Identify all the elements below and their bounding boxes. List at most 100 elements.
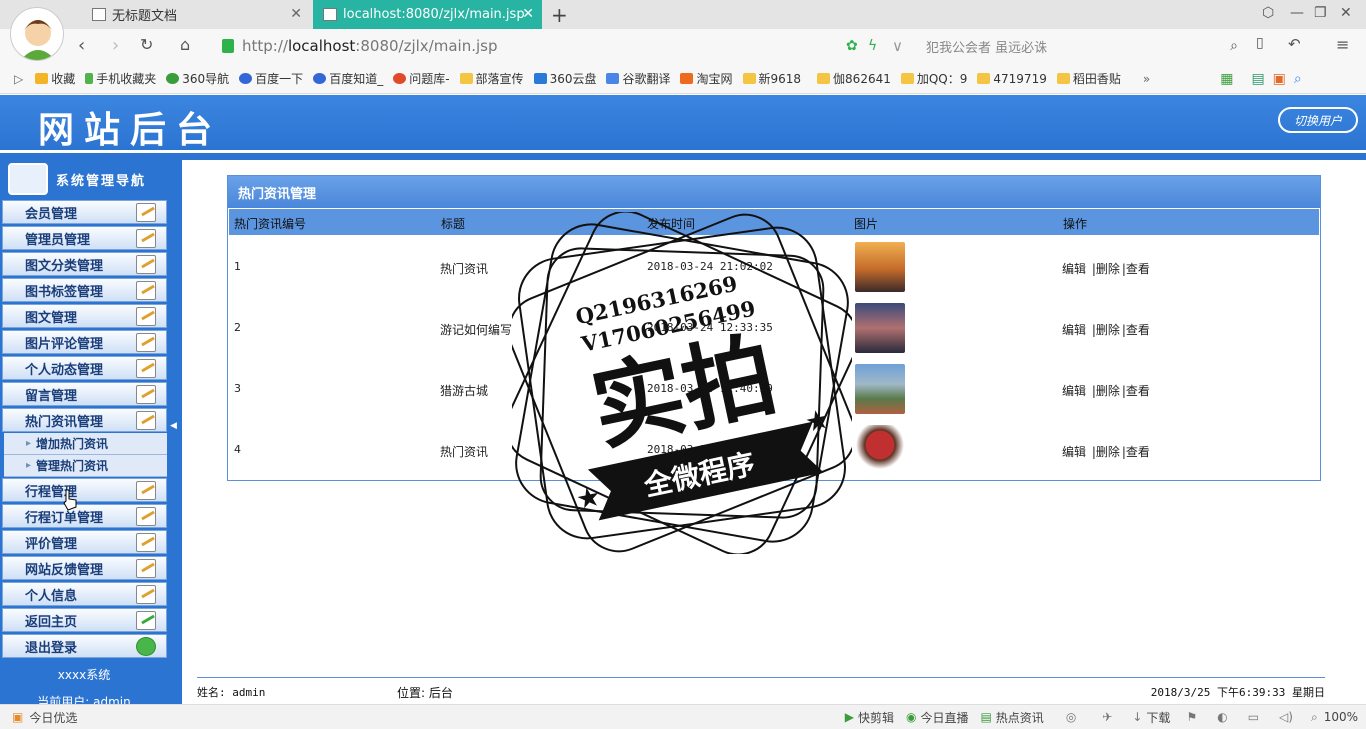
zoom-icon[interactable]: ⌕ [1294,71,1302,87]
bookmark-item[interactable]: 淘宝网 [680,70,733,87]
edit-link[interactable]: 编辑 [1062,445,1086,459]
news-thumbnail[interactable] [855,364,905,414]
new-tab-icon[interactable]: + [551,3,568,27]
sidebar-item-image-comments[interactable]: 图片评论管理 [2,330,167,354]
sidebar-item-member[interactable]: 会员管理 [2,200,167,224]
book-icon[interactable]: ▤ [1251,71,1264,87]
home-arrow-icon [136,611,156,630]
close-icon[interactable]: ✕ [290,6,302,22]
zoom-level[interactable]: 100% [1324,710,1358,724]
sidebar-subitem-add-news[interactable]: 增加热门资讯 [4,433,167,455]
status-left[interactable]: 今日优选 [29,709,77,726]
search-icon[interactable]: ⌕ [1230,38,1238,54]
home-icon[interactable]: ⌂ [180,35,190,54]
phone-icon[interactable]: ▯ [1256,35,1264,51]
collapse-arrow-icon[interactable]: ◀ [170,421,180,435]
status-item[interactable]: 热点资讯 [996,709,1044,726]
search-input[interactable]: 犯我公会者 虽远必诛 ⌕ [914,34,1244,58]
window-close-icon[interactable]: ✕ [1340,5,1352,21]
status-item[interactable]: 下载 [1146,709,1170,726]
hot-news-panel: 热门资讯管理 热门资讯编号 标题 发布时间 图片 操作 1 热门资讯 2018-… [227,175,1321,481]
bookmark-item[interactable]: 360导航 [166,70,229,87]
more-bookmarks[interactable]: » [1143,72,1150,86]
sidebar-subitem-manage-news[interactable]: 管理热门资讯 [4,455,167,477]
sidebar-item-reviews[interactable]: 评价管理 [2,530,167,554]
sidebar-item-dynamics[interactable]: 个人动态管理 [2,356,167,380]
sidebar-toggle-icon[interactable]: ▷ [14,72,23,86]
plugin-icon[interactable]: ✿ [846,38,858,54]
sidebar-item-category[interactable]: 图文分类管理 [2,252,167,276]
sidebar-item-articles[interactable]: 图文管理 [2,304,167,328]
back-icon[interactable]: ‹ [78,35,85,56]
browser-tab-bar: 无标题文档 ✕ localhost:8080/zjlx/main.jsp ✕ +… [0,0,1366,29]
bookmark-item[interactable]: 百度一下 [239,70,303,87]
sidebar-item-trips[interactable]: 行程管理 [2,478,167,502]
news-thumbnail[interactable] [855,425,905,475]
view-link[interactable]: |查看 [1122,384,1150,398]
sidebar-item-book-tags[interactable]: 图书标签管理 [2,278,167,302]
edit-link[interactable]: 编辑 [1062,262,1086,276]
sidebar-item-admin[interactable]: 管理员管理 [2,226,167,250]
switch-user-button[interactable]: 切换用户 [1278,107,1358,133]
logout-icon [136,637,156,656]
bookmark-item[interactable]: 问题库- [393,70,450,87]
url-prefix: http:// [242,37,288,55]
lightning-icon[interactable]: ϟ [868,38,877,54]
user-avatar[interactable] [10,7,64,61]
tools-icon[interactable]: ✈ [1102,710,1112,724]
close-icon[interactable]: ✕ [522,6,534,22]
edit-icon [136,333,156,352]
tv-icon[interactable]: ▣ [1273,71,1286,87]
bookmark-item[interactable]: 收藏 [35,70,75,87]
bookmark-folder[interactable]: 4719719 [977,72,1047,86]
view-link[interactable]: |查看 [1122,262,1150,276]
edit-link[interactable]: 编辑 [1062,384,1086,398]
sidebar-item-logout[interactable]: 退出登录 [2,634,167,658]
bookmark-item[interactable]: 手机收藏夹 [85,70,156,87]
delete-link[interactable]: |删除 [1092,384,1120,398]
sidebar-item-feedback[interactable]: 网站反馈管理 [2,556,167,580]
bookmark-item[interactable]: 360云盘 [533,70,596,87]
delete-link[interactable]: |删除 [1092,323,1120,337]
flag-icon[interactable]: ⚑ [1186,710,1197,724]
bookmark-folder[interactable]: 伽862641 [817,70,891,87]
status-item[interactable]: 快剪辑 [858,709,894,726]
bookmark-item[interactable]: 谷歌翻译 [606,70,670,87]
delete-link[interactable]: |删除 [1092,262,1120,276]
view-link[interactable]: |查看 [1122,323,1150,337]
bookmark-folder[interactable]: 部落宣传 [459,70,524,87]
sidebar-item-home[interactable]: 返回主页 [2,608,167,632]
browser-icon[interactable]: ◐ [1217,710,1227,724]
news-thumbnail[interactable] [855,242,905,292]
sidebar-item-trip-orders[interactable]: 行程订单管理 [2,504,167,528]
sidebar-item-messages[interactable]: 留言管理 [2,382,167,406]
maximize-icon[interactable]: ❐ [1314,5,1327,21]
url-field[interactable]: http://localhost:8080/zjlx/main.jsp ✿ ϟ … [222,34,912,58]
minimize-icon[interactable]: — [1290,5,1304,21]
chevron-down-icon[interactable]: ∨ [892,37,903,55]
forward-icon[interactable]: › [112,35,119,56]
bookmark-item[interactable]: 百度知道_ [313,70,383,87]
sidebar-item-profile[interactable]: 个人信息 [2,582,167,606]
edit-icon [136,559,156,578]
sidebar-item-hot-news[interactable]: 热门资讯管理 [2,408,167,432]
news-thumbnail[interactable] [855,303,905,353]
delete-link[interactable]: |删除 [1092,445,1120,459]
sound-icon[interactable]: ◁) [1279,710,1293,724]
edit-link[interactable]: 编辑 [1062,323,1086,337]
skin-icon[interactable]: ⬡ [1262,5,1274,21]
menu-icon[interactable]: ≡ [1336,35,1349,54]
bookmark-folder[interactable]: 加QQ：9 [900,70,967,87]
bookmark-folder[interactable]: 稻田香贴 [1056,70,1121,87]
browser-tab-1[interactable]: 无标题文档 ✕ [82,0,310,29]
view-link[interactable]: |查看 [1122,445,1150,459]
reload-icon[interactable]: ↻ [140,35,153,54]
speed-icon[interactable]: ◎ [1066,710,1076,724]
bookmark-folder[interactable]: 新9618 [742,70,801,87]
window-icon[interactable]: ▭ [1248,710,1259,724]
browser-tab-2[interactable]: localhost:8080/zjlx/main.jsp ✕ [313,0,542,29]
status-item[interactable]: 今日直播 [920,709,968,726]
column-header: 发布时间 [647,217,696,231]
undo-icon[interactable]: ↶ [1288,35,1301,53]
apps-icon[interactable]: ▦ [1220,71,1233,87]
